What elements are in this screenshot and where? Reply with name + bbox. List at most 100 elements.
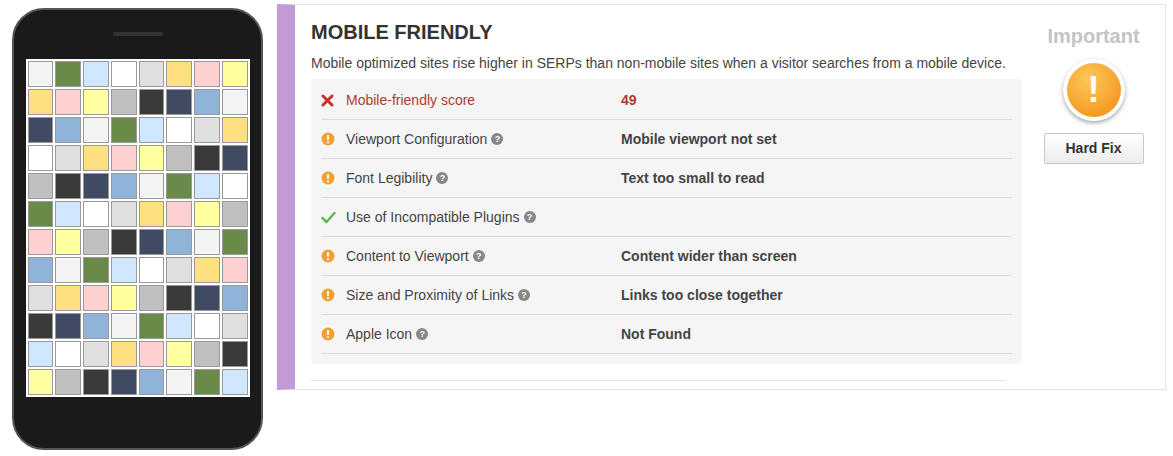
screenshot-block	[222, 145, 248, 171]
screenshot-block	[28, 285, 54, 311]
screenshot-block	[28, 369, 54, 395]
screenshot-block	[194, 257, 220, 283]
screenshot-block	[166, 285, 192, 311]
check-label: Mobile-friendly score	[346, 90, 475, 111]
screenshot-block	[139, 341, 165, 367]
warning-icon	[321, 171, 335, 185]
screenshot-block	[83, 145, 109, 171]
screenshot-block	[83, 229, 109, 255]
help-icon[interactable]: ?	[436, 172, 448, 184]
screenshot-block	[166, 313, 192, 339]
check-value: Mobile viewport not set	[621, 129, 1012, 150]
screenshot-block	[28, 61, 54, 87]
screenshot-block	[55, 229, 81, 255]
screenshot-block	[55, 201, 81, 227]
check-label: Apple Icon	[346, 324, 412, 345]
screenshot-block	[139, 257, 165, 283]
screenshot-block	[194, 145, 220, 171]
mobile-friendly-card: MOBILE FRIENDLYMobile optimized sites ri…	[277, 4, 1166, 390]
check-table: Mobile-friendly score 49 Viewport Configur…	[311, 79, 1022, 364]
check-label: Content to Viewport	[346, 246, 469, 267]
screenshot-block	[139, 369, 165, 395]
screenshot-block	[166, 173, 192, 199]
website-screenshot	[26, 59, 250, 397]
help-icon[interactable]: ?	[473, 250, 485, 262]
screenshot-block	[28, 117, 54, 143]
help-icon[interactable]: ?	[416, 328, 428, 340]
check-value: Not Found	[621, 324, 1012, 345]
screenshot-block	[139, 117, 165, 143]
alert-icon: !	[1063, 59, 1125, 121]
screenshot-block	[55, 173, 81, 199]
screenshot-block	[111, 61, 137, 87]
warning-icon	[321, 132, 335, 146]
check-row: Use of Incompatible Plugins?	[321, 198, 1012, 237]
screenshot-block	[139, 145, 165, 171]
help-icon[interactable]: ?	[524, 211, 536, 223]
screenshot-block	[222, 229, 248, 255]
check-row: Size and Proximity of Links? Links too cl…	[321, 276, 1012, 315]
screenshot-block	[166, 61, 192, 87]
screenshot-block	[111, 201, 137, 227]
phone-speaker	[113, 32, 163, 36]
screenshot-block	[28, 341, 54, 367]
screenshot-block	[28, 173, 54, 199]
screenshot-block	[194, 341, 220, 367]
screenshot-block	[222, 285, 248, 311]
check-label: Size and Proximity of Links	[346, 285, 514, 306]
screenshot-block	[222, 313, 248, 339]
screenshot-block	[194, 285, 220, 311]
priority-label: Important	[1047, 23, 1139, 49]
screenshot-block	[194, 313, 220, 339]
screenshot-block	[111, 369, 137, 395]
screenshot-block	[83, 117, 109, 143]
check-row: Apple Icon? Not Found	[321, 315, 1012, 354]
screenshot-block	[222, 89, 248, 115]
cross-icon	[321, 94, 334, 107]
screenshot-block	[28, 201, 54, 227]
screenshot-block	[83, 173, 109, 199]
screenshot-block	[194, 117, 220, 143]
screenshot-block	[194, 89, 220, 115]
screenshot-block	[222, 173, 248, 199]
check-value: Links too close together	[621, 285, 1012, 306]
screenshot-block	[55, 89, 81, 115]
warning-icon	[321, 288, 335, 302]
screenshot-block	[139, 313, 165, 339]
screenshot-block	[139, 89, 165, 115]
screenshot-block	[194, 61, 220, 87]
help-icon[interactable]: ?	[491, 133, 503, 145]
fix-difficulty-button[interactable]: Hard Fix	[1044, 133, 1144, 164]
screenshot-block	[55, 145, 81, 171]
check-label: Use of Incompatible Plugins	[346, 207, 520, 228]
separator	[311, 380, 1006, 381]
screenshot-block	[166, 229, 192, 255]
screenshot-block	[194, 369, 220, 395]
screenshot-block	[28, 145, 54, 171]
screenshot-block	[28, 229, 54, 255]
screenshot-block	[111, 313, 137, 339]
screenshot-block	[55, 61, 81, 87]
help-icon[interactable]: ?	[518, 289, 530, 301]
check-label: Font Legibility	[346, 168, 432, 189]
screenshot-block	[55, 117, 81, 143]
check-value: Text too small to read	[621, 168, 1012, 189]
screenshot-block	[166, 145, 192, 171]
screenshot-block	[83, 89, 109, 115]
screenshot-block	[139, 285, 165, 311]
check-icon	[321, 211, 336, 224]
screenshot-block	[83, 313, 109, 339]
screenshot-block	[222, 369, 248, 395]
section-description: Mobile optimized sites rise higher in SE…	[311, 53, 1022, 73]
warning-icon	[321, 249, 335, 263]
screenshot-block	[28, 313, 54, 339]
screenshot-block	[83, 257, 109, 283]
check-value: 49	[621, 90, 1012, 111]
screenshot-block	[28, 89, 54, 115]
screenshot-block	[222, 117, 248, 143]
screenshot-block	[222, 201, 248, 227]
check-row: Viewport Configuration?Mobile viewport n…	[321, 120, 1012, 159]
page: MOBILE FRIENDLYMobile optimized sites ri…	[0, 0, 1173, 456]
check-row: Font Legibility? Text too small to read	[321, 159, 1012, 198]
screenshot-block	[222, 257, 248, 283]
